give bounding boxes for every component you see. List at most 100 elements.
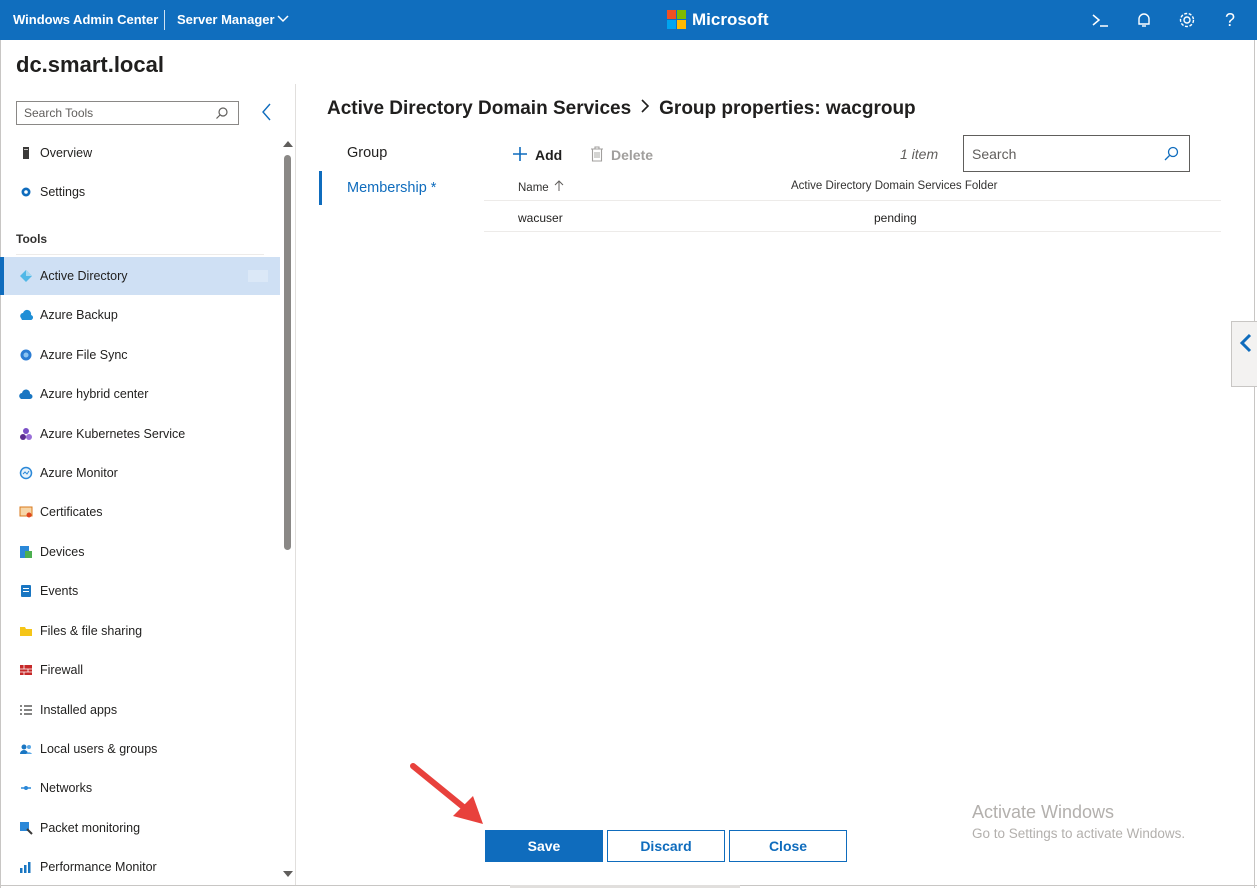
grid-header-divider [484,200,1221,201]
azure-backup-icon [19,308,34,322]
notifications-icon[interactable] [1134,10,1154,30]
trash-icon [590,145,604,165]
sidebar-item-firewall[interactable]: Firewall [0,651,280,689]
devices-icon [19,545,33,559]
search-tools-input[interactable] [17,102,207,124]
settings-icon[interactable] [1177,10,1197,30]
scroll-down-icon[interactable] [283,871,293,877]
microsoft-logo-icon [667,10,687,30]
chevron-down-icon[interactable] [277,12,289,31]
save-button[interactable]: Save [485,830,603,862]
sidebar-item-performance-monitor[interactable]: Performance Monitor [0,848,280,886]
side-panel-toggle[interactable] [1231,321,1257,387]
azure-hybrid-center-icon [19,387,33,401]
sidebar-divider [295,84,296,885]
grid-search-box[interactable] [963,135,1190,172]
sidebar-item-local-users-groups[interactable]: Local users & groups [0,730,280,768]
sidebar-item-azure-file-sync[interactable]: Azure File Sync [0,336,280,374]
sidebar-item-label: Azure hybrid center [40,387,149,401]
chevron-right-icon [639,97,651,121]
azure-kubernetes-icon [19,427,33,441]
sidebar-item-settings[interactable]: Settings [0,173,280,211]
search-icon[interactable] [215,106,229,125]
server-manager-menu[interactable]: Server Manager [177,12,275,27]
sidebar-item-label: Azure Monitor [40,466,118,480]
add-button[interactable]: Add [512,144,562,166]
sidebar-scrollbar-thumb[interactable] [284,155,291,550]
sidebar-item-label: Installed apps [40,703,118,717]
powershell-icon[interactable] [1090,10,1110,30]
sidebar-item-label: Packet monitoring [40,821,141,835]
sidebar-item-devices[interactable]: Devices [0,533,280,571]
sort-ascending-icon [554,180,564,195]
activation-watermark-text: Go to Settings to activate Windows. [972,826,1186,841]
sidebar-item-networks[interactable]: Networks [0,769,280,807]
performance-monitor-icon [19,860,33,874]
folder-icon [19,624,33,638]
sidebar-item-label: Files & file sharing [40,624,143,638]
sidebar-item-azure-monitor[interactable]: Azure Monitor [0,454,280,492]
server-name: dc.smart.local [16,52,164,77]
sidebar-item-certificates[interactable]: Certificates [0,493,280,531]
sidebar-item-label: Active Directory [40,269,128,283]
column-header-folder[interactable]: Active Directory Domain Services Folder [791,180,997,192]
overview-icon [19,146,33,160]
cell-name[interactable]: wacuser [518,211,563,225]
events-icon [19,584,33,598]
cell-folder: pending [874,211,917,225]
active-indicator [248,270,268,282]
annotation-arrow-icon [410,763,483,824]
certificates-icon [19,505,33,519]
sidebar-item-label: Performance Monitor [40,860,157,874]
sidebar-item-label: Events [40,584,79,598]
scroll-up-icon[interactable] [283,141,293,147]
sidebar-item-overview[interactable]: Overview [0,134,280,172]
azure-monitor-icon [19,466,33,480]
sidebar-item-events[interactable]: Events [0,572,280,610]
sidebar-item-azure-hybrid-center[interactable]: Azure hybrid center [0,375,280,413]
tab-membership[interactable]: Membership * [319,171,469,205]
sidebar-item-label: Azure File Sync [40,348,128,362]
column-header-name[interactable]: Name [518,180,564,195]
sidebar-item-azure-kubernetes-service[interactable]: Azure Kubernetes Service [0,415,280,453]
sidebar-item-label: Certificates [40,505,103,519]
sidebar-item-files[interactable]: Files & file sharing [0,612,280,650]
app-title[interactable]: Windows Admin Center [13,12,158,27]
sidebar-item-label: Azure Kubernetes Service [40,427,186,441]
sidebar-item-azure-backup[interactable]: Azure Backup [0,296,280,334]
column-header-label: Name [518,181,549,194]
sidebar-item-label: Overview [40,146,93,160]
help-icon[interactable]: ? [1220,10,1240,30]
top-bar: Windows Admin Center Server Manager Micr… [0,0,1257,40]
search-tools-box[interactable] [16,101,239,125]
activation-watermark-title: Activate Windows [972,802,1115,822]
table-row-divider [484,231,1221,232]
grid-search-input[interactable] [964,136,1154,171]
search-icon[interactable] [1163,146,1179,167]
networks-icon [19,781,33,795]
close-button[interactable]: Close [729,830,847,862]
add-label: Add [535,147,563,163]
chevron-left-icon [1238,333,1254,358]
collapse-sidebar-icon[interactable] [258,102,276,122]
breadcrumb-parent[interactable]: Active Directory Domain Services [327,98,631,120]
sidebar-item-label: Networks [40,781,93,795]
active-directory-icon [19,269,33,283]
sidebar-item-active-directory[interactable]: Active Directory [0,257,280,295]
window-border-right [1254,40,1255,888]
sidebar-item-installed-apps[interactable]: Installed apps [0,691,280,729]
delete-button[interactable]: Delete [590,144,653,166]
sidebar-item-label: Firewall [40,663,84,677]
breadcrumb: Active Directory Domain Services Group p… [327,97,916,121]
title-separator [164,10,165,30]
divider [16,254,264,255]
item-count: 1 item [900,146,939,162]
discard-button[interactable]: Discard [607,830,725,862]
sidebar-item-label: Local users & groups [40,742,158,756]
tab-group[interactable]: Group [319,136,469,170]
plus-icon [512,146,528,165]
sidebar-item-packet-monitoring[interactable]: Packet monitoring [0,809,280,847]
azure-file-sync-icon [19,348,33,362]
users-icon [19,742,33,756]
firewall-icon [19,663,33,677]
